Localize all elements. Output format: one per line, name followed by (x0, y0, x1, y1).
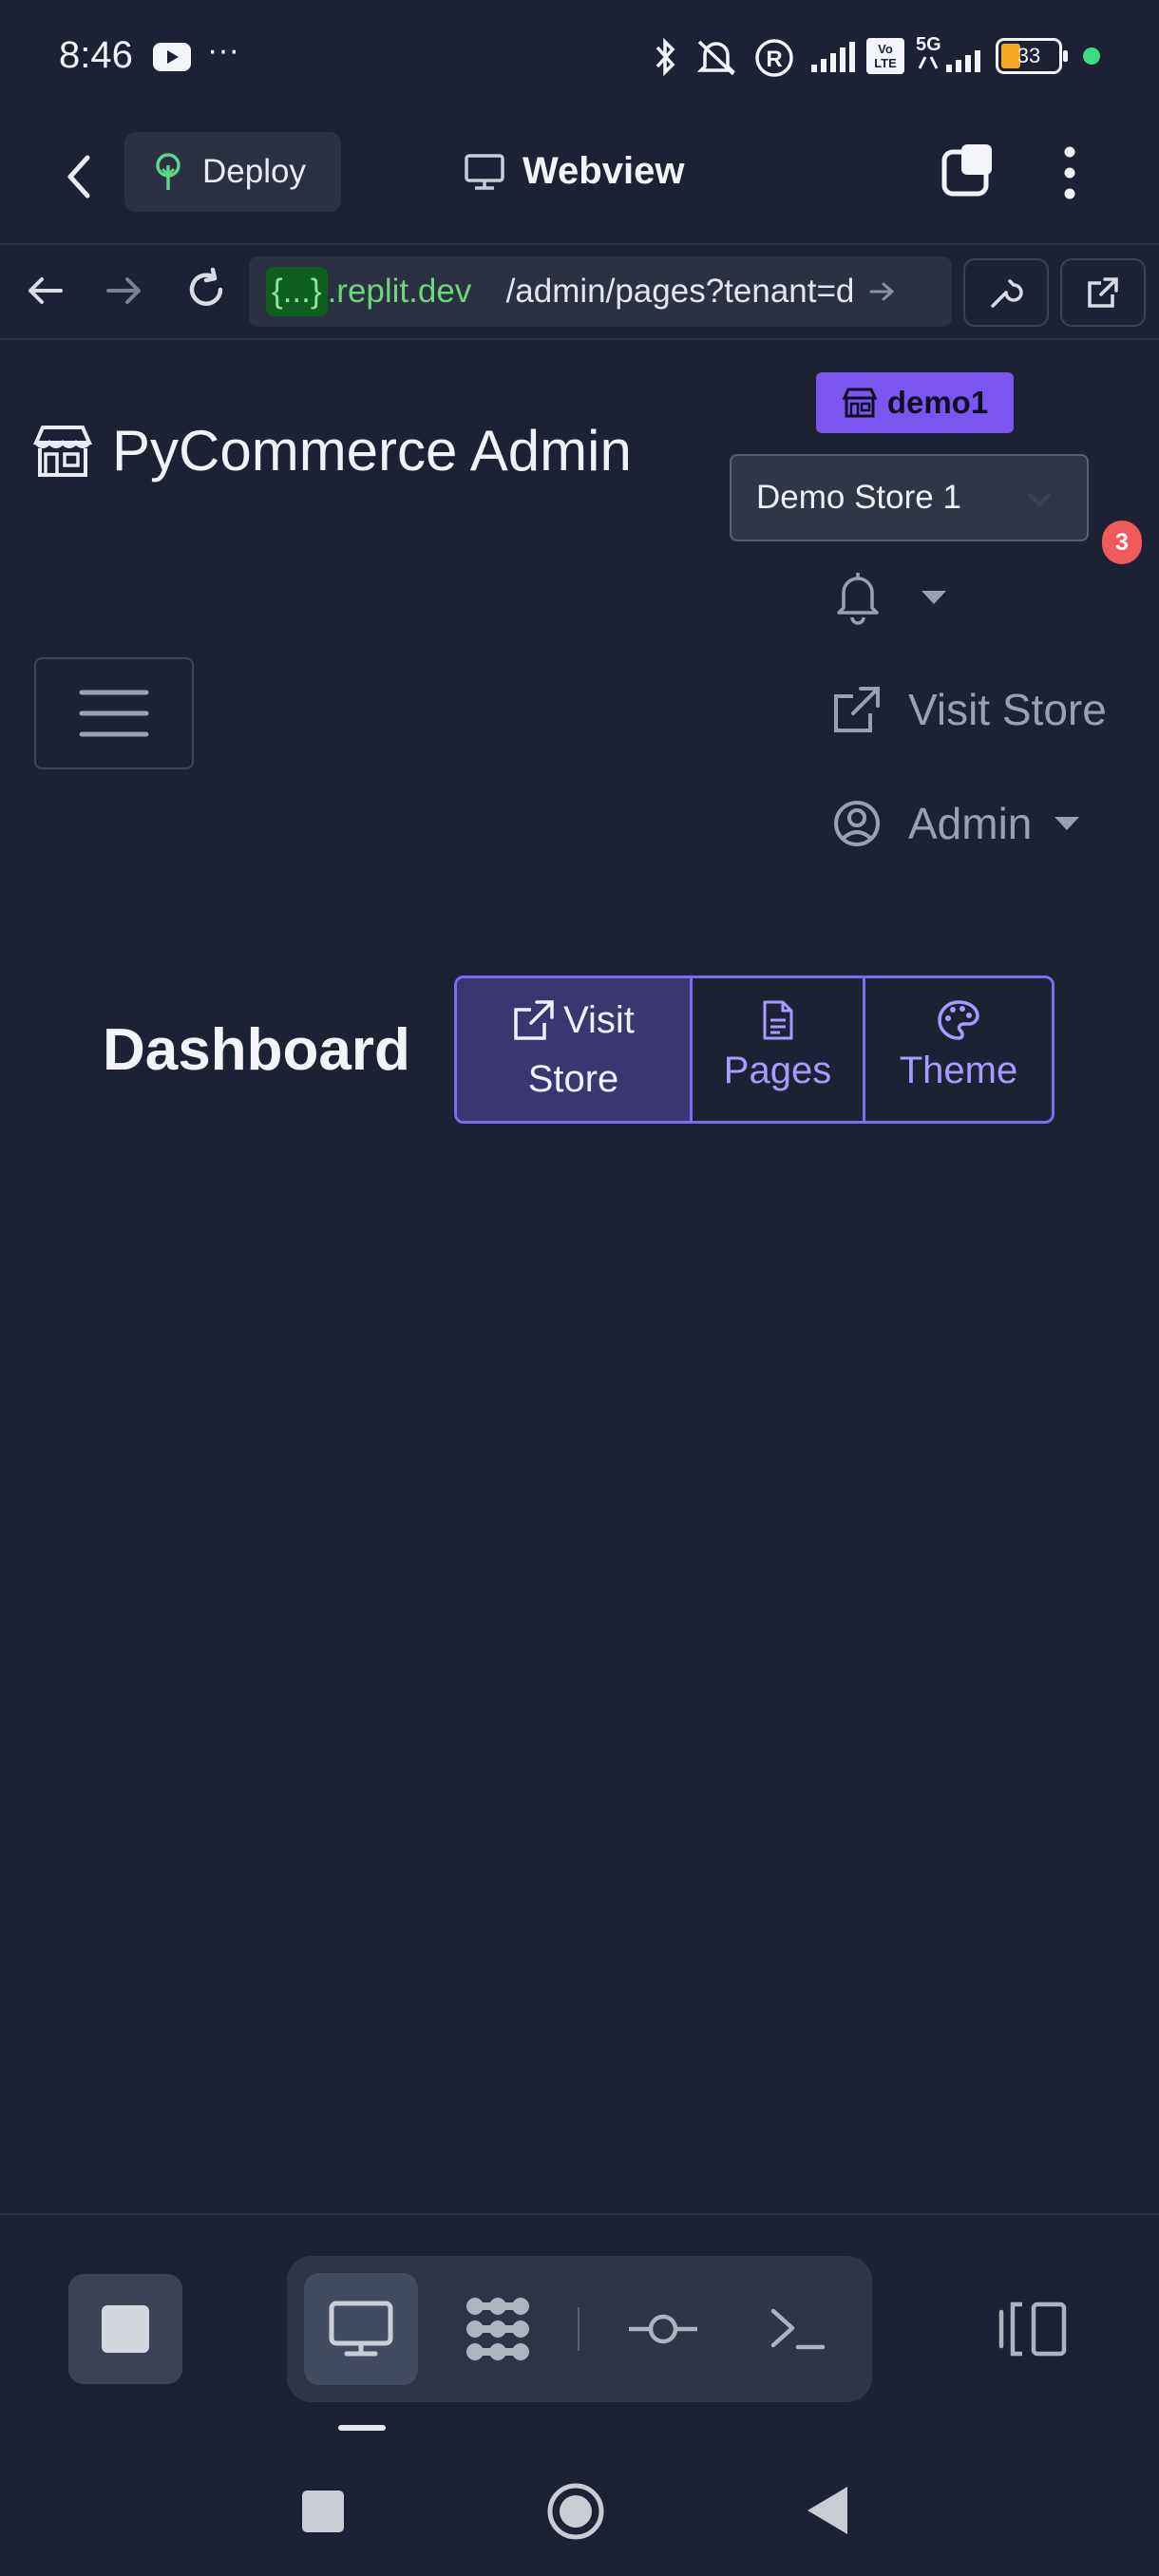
system-back-button[interactable] (806, 2485, 849, 2536)
notifications-dropdown[interactable] (832, 570, 948, 625)
caret-down-icon (922, 591, 946, 604)
tool-switcher (287, 2256, 872, 2402)
external-link-icon (514, 1000, 554, 1040)
external-link-icon (834, 687, 880, 732)
devtools-button[interactable] (963, 258, 1049, 327)
chevron-down-icon (1028, 493, 1051, 507)
triangle-back-icon (808, 2487, 847, 2534)
bell-icon (837, 573, 879, 625)
svg-text:R: R (766, 47, 782, 72)
stop-button[interactable] (68, 2274, 182, 2384)
panel-toggle-button[interactable] (998, 2299, 1070, 2359)
signal-icon (809, 40, 857, 74)
arrow-left-icon (28, 277, 63, 304)
external-link-icon (1088, 277, 1118, 308)
status-bar: 8:46 ··· R Vo LTE 5G 33 (0, 0, 1159, 114)
hamburger-icon (79, 690, 149, 737)
brand[interactable]: PyCommerce Admin (32, 418, 632, 483)
user-circle-icon (834, 801, 880, 846)
youtube-icon (152, 42, 192, 72)
kebab-icon (1064, 146, 1075, 199)
reload-icon (189, 267, 223, 306)
monitor-icon (329, 2301, 393, 2357)
tool-git[interactable] (606, 2273, 720, 2385)
chevron-left-icon (67, 155, 90, 199)
recents-button[interactable] (302, 2491, 344, 2532)
nav-back-button[interactable] (25, 270, 66, 312)
document-icon (763, 1000, 792, 1040)
nav-visit-store[interactable]: Visit Store (832, 684, 1107, 735)
tabs-icon (941, 144, 992, 197)
url-chip: {...} (266, 267, 328, 316)
caret-down-icon (1054, 817, 1080, 830)
store-icon (842, 388, 878, 418)
bluetooth-icon (652, 36, 680, 78)
visit-store-button[interactable]: Visit Store (457, 978, 693, 1121)
tool-agent[interactable] (441, 2273, 555, 2385)
theme-button[interactable]: Theme (865, 978, 1052, 1121)
status-time: 8:46 (59, 34, 133, 76)
store-icon (32, 425, 93, 477)
dashboard-actions: Visit Store Pages Theme (454, 975, 1054, 1124)
tree-icon (156, 153, 180, 190)
stop-icon (102, 2305, 149, 2353)
url-field[interactable]: {...} .replit.dev /admin/pages?tenant=d (249, 256, 952, 327)
more-menu-button[interactable] (1056, 142, 1083, 203)
battery-icon: 33 (996, 38, 1068, 74)
url-domain: .replit.dev (327, 273, 472, 310)
menu-toggle-button[interactable] (34, 657, 194, 769)
url-path: /admin/pages?tenant=d (505, 273, 855, 310)
volte-icon: Vo LTE (866, 38, 904, 74)
privacy-dot (1083, 47, 1100, 65)
replit-header: Deploy Webview (0, 114, 1159, 245)
agent-icon (466, 2298, 529, 2360)
tool-webview[interactable] (304, 2273, 418, 2385)
tabs-button[interactable] (940, 141, 999, 199)
nav-user-menu[interactable]: Admin (832, 798, 1081, 849)
active-tab-indicator (338, 2425, 386, 2431)
commit-icon (629, 2314, 697, 2344)
open-external-button[interactable] (1060, 258, 1146, 327)
deploy-label: Deploy (202, 153, 306, 190)
back-button[interactable] (57, 148, 99, 205)
nav-forward-button[interactable] (103, 270, 144, 312)
page-title: Dashboard (103, 1017, 410, 1083)
store-select-value: Demo Store 1 (756, 479, 961, 516)
webview-bottom-edge (0, 2213, 1159, 2215)
home-button[interactable] (545, 2481, 606, 2542)
terminal-icon (770, 2308, 826, 2350)
registered-icon: R (754, 38, 794, 78)
battery-level: 33 (1016, 44, 1041, 67)
reload-button[interactable] (182, 266, 230, 313)
monitor-icon (465, 153, 504, 190)
arrow-right-icon (106, 277, 141, 304)
tenant-badge: demo1 (816, 372, 1014, 433)
side-panel-icon (998, 2301, 1067, 2357)
palette-icon (938, 1000, 979, 1040)
more-notifications: ··· (207, 32, 239, 68)
store-select[interactable]: Demo Store 1 (730, 454, 1089, 541)
notification-count-badge: 3 (1102, 521, 1142, 564)
pages-button[interactable]: Pages (693, 978, 865, 1121)
home-circle-icon (547, 2483, 604, 2540)
tool-shell[interactable] (741, 2273, 855, 2385)
tool-separator (578, 2307, 580, 2351)
wrench-icon (991, 279, 1023, 308)
brand-title: PyCommerce Admin (112, 419, 632, 483)
webview-title: Webview (464, 150, 684, 193)
address-bar: {...} .replit.dev /admin/pages?tenant=d (0, 245, 1159, 340)
signal-5g-icon (916, 49, 984, 74)
go-arrow-icon (869, 282, 895, 301)
deploy-button[interactable]: Deploy (124, 132, 341, 212)
mute-icon (694, 36, 739, 78)
